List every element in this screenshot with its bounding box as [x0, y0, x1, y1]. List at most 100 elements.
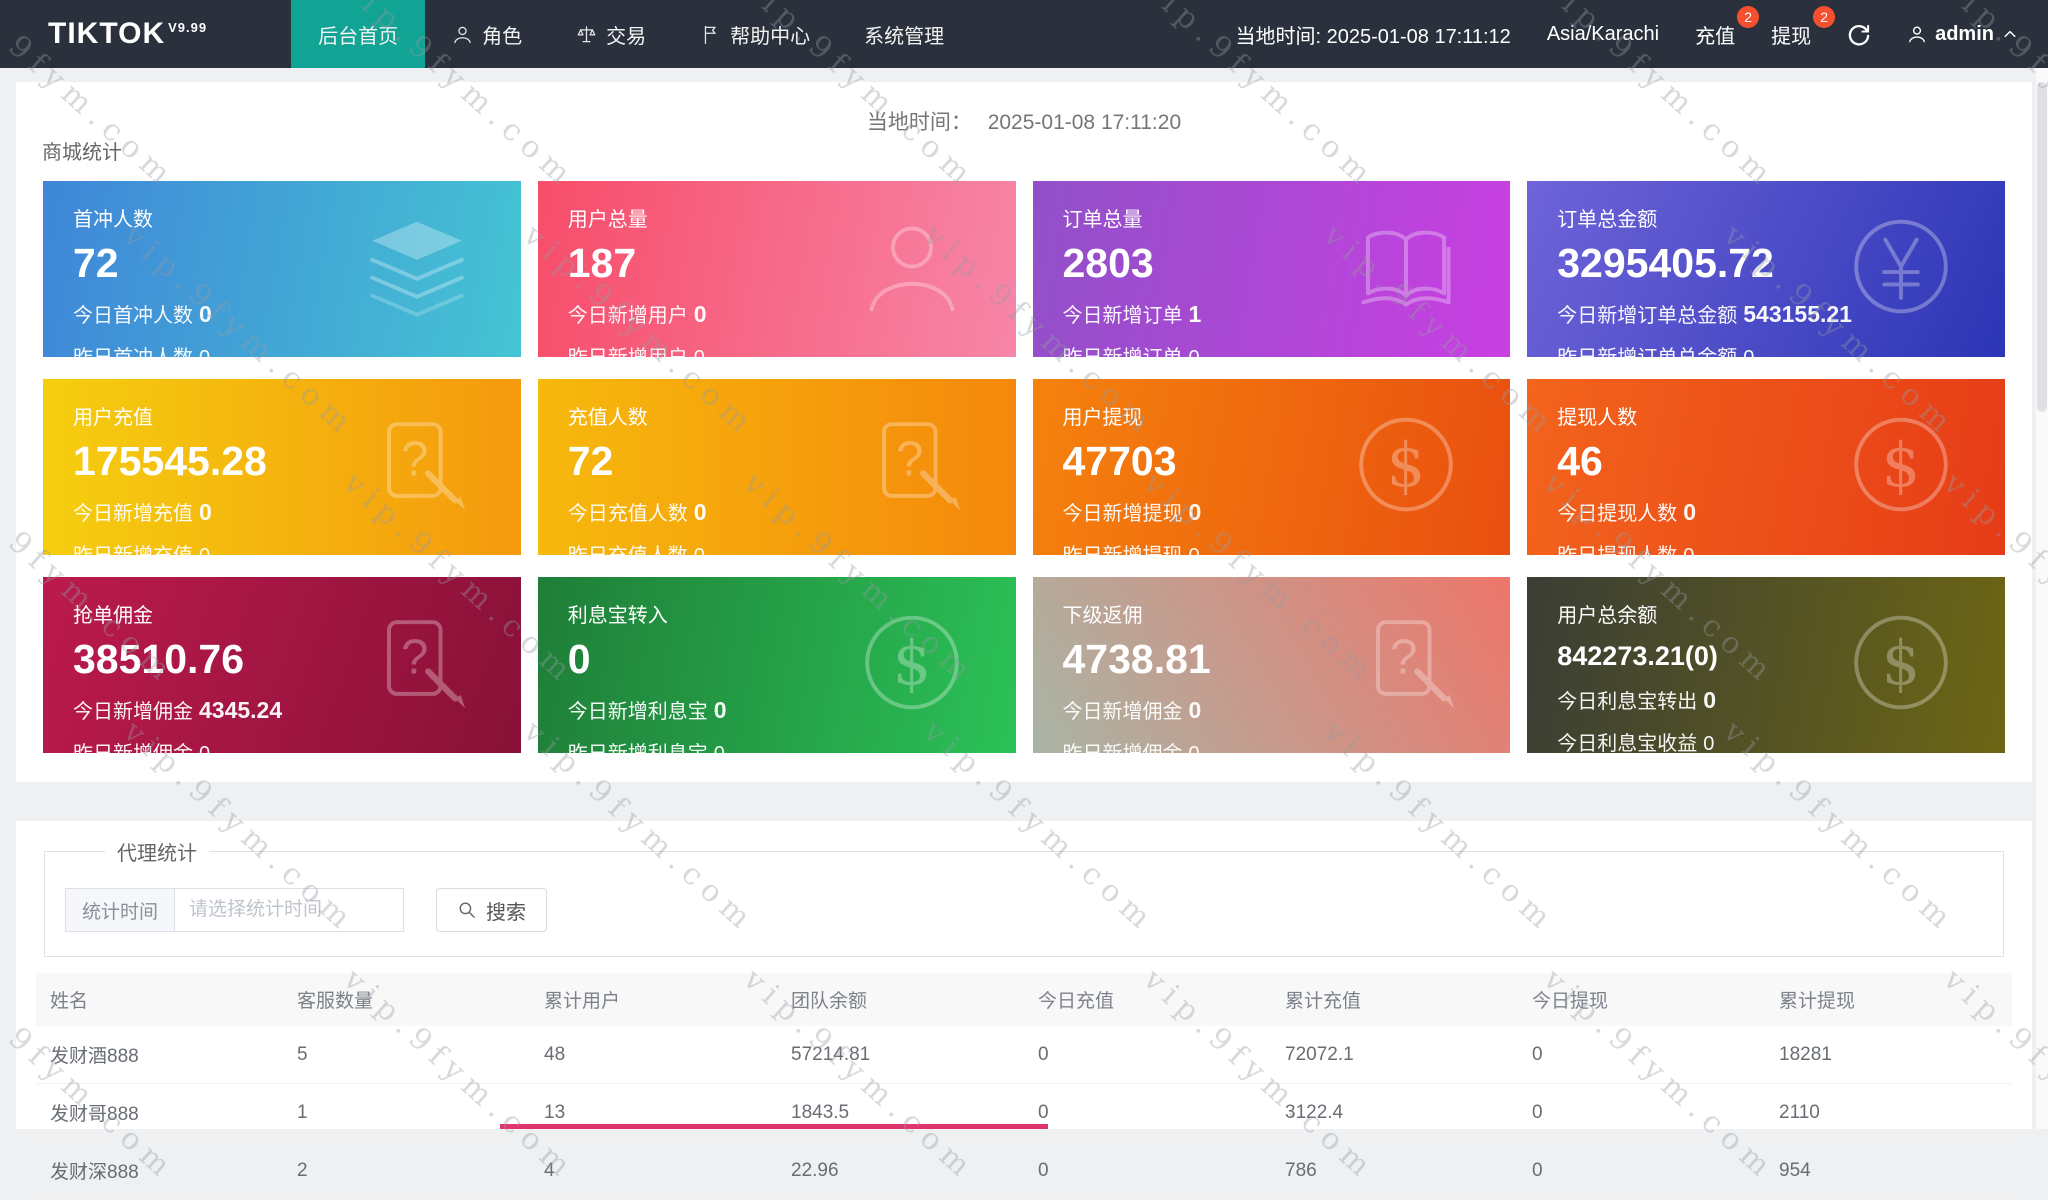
svg-text:?: ? — [401, 432, 428, 487]
card-today-value: 0 — [1188, 499, 1202, 526]
table-cell: 5 — [283, 1026, 530, 1084]
note-question-icon: ? — [361, 409, 473, 526]
svg-text:$: $ — [892, 629, 930, 699]
stat-card-3: 订单总金额 3295405.72 今日新增订单总金额543155.21 昨日新增… — [1527, 181, 2005, 357]
table-cell: 954 — [1765, 1141, 2012, 1200]
app-version: V9.99 — [168, 20, 208, 35]
nav-menu: 后台首页 角色 交易 帮助中心 系统管理 — [291, 0, 971, 68]
table-cell: 2110 — [1765, 1083, 2012, 1142]
card-yesterday-value: 0 — [694, 545, 705, 555]
stat-card-5: 充值人数 72 今日充值人数0 昨日充值人数0 ? — [537, 379, 1016, 555]
card-today-value: 4345.24 — [199, 697, 283, 724]
svg-text:?: ? — [896, 432, 923, 487]
nav-item-0[interactable]: 后台首页 — [291, 0, 426, 68]
filter-label: 统计时间 — [65, 888, 175, 932]
stat-card-7: 提现人数 46 今日提现人数0 昨日提现人数0 $ — [1527, 379, 2005, 555]
bottom-accent-bar — [500, 1124, 1048, 1129]
stat-time-input[interactable] — [174, 888, 405, 932]
table-row: 发财酒888 5 48 57214.81 0 72072.1 0 18281 — [36, 1026, 2012, 1084]
table-cell: 0 — [1518, 1141, 1765, 1200]
table-cell: 0 — [1024, 1141, 1271, 1200]
card-today-value: 0 — [1188, 697, 1202, 724]
recharge-button[interactable]: 充值 2 — [1695, 5, 1760, 49]
scrollbar-thumb[interactable] — [2037, 82, 2047, 412]
card-today-value: 0 — [713, 697, 727, 724]
agent-filter-row: 统计时间 搜索 — [65, 888, 1983, 932]
table-cell: 发财哥888 — [36, 1083, 283, 1142]
nav-item-label: 系统管理 — [864, 25, 945, 48]
table-header-0: 姓名 — [36, 973, 283, 1026]
user-icon — [452, 24, 473, 45]
table-header-2: 累计用户 — [530, 973, 777, 1026]
user-icon — [856, 211, 968, 328]
admin-username: admin — [1935, 22, 1994, 45]
card-today-value: 0 — [693, 301, 707, 328]
svg-text:?: ? — [1390, 630, 1417, 685]
stats-panel: 当地时间： 2025-01-08 17:11:20 商城统计 首冲人数 72 今… — [16, 82, 2032, 782]
nav-item-3[interactable]: 帮助中心 — [673, 0, 837, 68]
card-yesterday-line: 今日利息宝收益 0 — [1557, 732, 1715, 753]
table-cell: 0 — [1518, 1026, 1765, 1084]
card-today-value: 1 — [1188, 301, 1202, 328]
card-today-value: 0 — [199, 301, 212, 328]
card-yesterday-value: 0 — [1703, 732, 1715, 753]
admin-menu[interactable]: admin — [1907, 23, 2018, 46]
note-question-icon: ? — [856, 409, 968, 526]
table-cell: 1 — [283, 1083, 530, 1142]
card-yesterday-value: 0 — [199, 347, 210, 357]
card-yesterday-value: 0 — [1189, 347, 1200, 357]
nav-item-label: 帮助中心 — [730, 25, 811, 48]
dollar-circle-icon: $ — [1845, 607, 1957, 724]
table-cell: 0 — [1024, 1026, 1271, 1084]
refresh-icon[interactable] — [1847, 22, 1871, 46]
card-today-value: 0 — [1703, 686, 1717, 713]
svg-text:$: $ — [1882, 629, 1920, 699]
table-cell: 发财酒888 — [36, 1026, 283, 1084]
stat-card-4: 用户充值 175545.28 今日新增充值0 昨日新增充值0 ? — [43, 379, 521, 555]
table-row: 发财哥888 1 13 1843.5 0 3122.4 0 2110 — [36, 1083, 2012, 1142]
stat-card-0: 首冲人数 72 今日首冲人数0 昨日首冲人数0 — [43, 181, 521, 357]
card-today-value: 0 — [693, 499, 707, 526]
svg-text:?: ? — [401, 630, 428, 685]
search-button[interactable]: 搜索 — [436, 888, 548, 932]
table-cell: 2 — [283, 1141, 530, 1200]
yen-circle-icon — [1845, 211, 1957, 328]
card-yesterday-value: 0 — [199, 545, 210, 555]
card-today-value: 0 — [199, 499, 212, 526]
card-yesterday-value: 0 — [199, 743, 210, 753]
withdraw-button[interactable]: 提现 2 — [1771, 5, 1836, 49]
person-icon — [1907, 24, 1927, 44]
nav-item-label: 交易 — [606, 25, 647, 48]
table-cell: 48 — [530, 1026, 777, 1084]
card-yesterday-line: 昨日充值人数0 — [568, 539, 1016, 555]
card-today-value: 0 — [1683, 499, 1697, 526]
stat-card-2: 订单总量 2803 今日新增订单1 昨日新增订单0 — [1032, 181, 1511, 357]
stats-section-title: 商城统计 — [42, 142, 122, 164]
card-yesterday-line: 昨日首冲人数0 — [73, 341, 521, 357]
table-cell: 4 — [530, 1141, 777, 1200]
nav-item-2[interactable]: 交易 — [549, 0, 673, 68]
card-yesterday-line: 昨日新增提现0 — [1063, 539, 1511, 555]
nav-item-label: 角色 — [482, 25, 523, 48]
local-time-display: 当地时间： 2025-01-08 17:11:20 — [866, 111, 1182, 134]
search-icon — [457, 900, 477, 920]
card-yesterday-line: 昨日新增佣金0 — [73, 737, 521, 753]
card-yesterday-value: 0 — [1189, 545, 1200, 555]
svg-text:$: $ — [1882, 431, 1920, 501]
nav-item-4[interactable]: 系统管理 — [837, 0, 971, 68]
table-header-5: 累计充值 — [1271, 973, 1518, 1026]
card-yesterday-value: 0 — [1743, 347, 1754, 357]
dollar-circle-icon: $ — [856, 607, 968, 724]
agent-table: 姓名 客服数量 累计用户 团队余额 今日充值 累计充值 今日提现 累计提现 发财酒888 5 48… — [36, 973, 2012, 1200]
nav-item-1[interactable]: 角色 — [425, 0, 549, 68]
stat-card-6: 用户提现 47703 今日新增提现0 昨日新增提现0 $ — [1032, 379, 1511, 555]
stat-card-10: 下级返佣 4738.81 今日新增佣金0 昨日新增佣金0 ? — [1032, 577, 1511, 753]
table-cell: 0 — [1024, 1083, 1271, 1142]
stat-card-8: 抢单佣金 38510.76 今日新增佣金4345.24 昨日新增佣金0 ? — [43, 577, 521, 753]
flag-icon — [700, 24, 721, 45]
stat-cards-grid: 首冲人数 72 今日首冲人数0 昨日首冲人数0 用户总量 187 今日新增用户0… — [43, 181, 2005, 753]
table-cell: 1843.5 — [777, 1083, 1024, 1142]
dollar-circle-icon: $ — [1845, 409, 1957, 526]
card-yesterday-value: 0 — [694, 347, 705, 357]
table-cell: 57214.81 — [777, 1026, 1024, 1084]
